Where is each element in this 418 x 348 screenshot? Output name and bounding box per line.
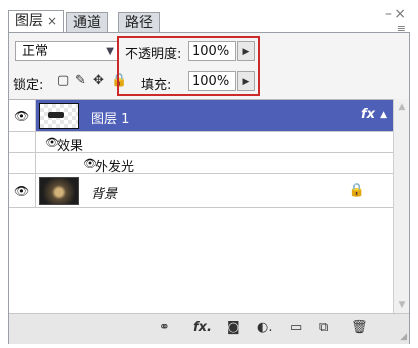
opacity-label: 不透明度:	[125, 47, 182, 62]
layer-thumbnail	[39, 103, 79, 129]
group-icon[interactable]: ▭	[290, 320, 302, 335]
blend-mode-value: 正常	[22, 44, 49, 59]
close-icon[interactable]: ×	[394, 6, 406, 22]
visibility-cell[interactable]: 👁	[9, 174, 36, 207]
fill-input[interactable]: 100%	[188, 71, 236, 91]
layer-thumbnail	[39, 177, 79, 205]
visibility-cell[interactable]: 👁	[9, 100, 36, 131]
scrollbar[interactable]: ▲ ▼	[393, 99, 409, 313]
fill-label: 填充:	[141, 78, 172, 93]
minimize-icon[interactable]: –	[385, 6, 392, 22]
effects-label: 效果	[57, 139, 84, 154]
fx-icon[interactable]: fx	[361, 107, 375, 122]
fx-icon[interactable]: fx.	[193, 320, 212, 335]
tab-label: 路径	[125, 15, 153, 31]
tab-bar: 图层 × 通道 路径 – × ≡	[8, 6, 410, 35]
layers-panel: 图层 × 通道 路径 – × ≡ 正常 ▼ 不透明度: 100% ▶ 锁定: ▢ …	[8, 6, 410, 344]
lock-label: 锁定:	[13, 78, 44, 93]
layers-list: 👁 图层 1 fx ▲ 👁 效果 👁 外发光 👁 背景 🔒	[9, 99, 393, 314]
blend-mode-select[interactable]: 正常 ▼	[15, 41, 119, 61]
lock-icons: ▢ ✎ ✥ 🔒	[57, 71, 133, 91]
tab-paths[interactable]: 路径	[118, 12, 160, 33]
move-icon[interactable]: ✥	[93, 73, 104, 88]
opacity-slider-button[interactable]: ▶	[237, 41, 255, 61]
layer-name[interactable]: 图层 1	[91, 108, 129, 127]
tab-label: 图层	[15, 13, 43, 29]
link-icon[interactable]: ⚭	[159, 320, 170, 335]
brush-icon[interactable]: ✎	[75, 73, 86, 88]
tab-close-icon[interactable]: ×	[47, 14, 57, 28]
fill-slider-button[interactable]: ▶	[237, 71, 255, 91]
bottom-toolbar: ⚭ fx. ◙ ◐. ▭ ⧉ 🗑 ◢	[9, 313, 409, 344]
resize-grip-icon[interactable]: ◢	[400, 332, 407, 342]
panel-body: 正常 ▼ 不透明度: 100% ▶ 锁定: ▢ ✎ ✥ 🔒 填充: 100% ▶…	[8, 32, 410, 344]
expand-arrow-icon[interactable]: ▲	[380, 110, 387, 120]
eye-icon[interactable]: 👁	[14, 109, 29, 123]
trash-icon[interactable]: 🗑	[351, 320, 368, 335]
lock-icon[interactable]: 🔒	[111, 73, 127, 88]
scroll-up-icon[interactable]: ▲	[394, 99, 410, 115]
layer-row[interactable]: 👁 背景 🔒	[9, 174, 393, 208]
shape-preview	[48, 112, 64, 118]
lock-transparent-icon[interactable]: ▢	[57, 73, 69, 88]
opacity-input[interactable]: 100%	[188, 41, 236, 61]
tab-channels[interactable]: 通道	[66, 12, 108, 33]
outer-glow-row[interactable]: 👁 外发光	[9, 153, 393, 175]
layer-name[interactable]: 背景	[91, 183, 117, 202]
tab-label: 通道	[73, 15, 101, 31]
visibility-cell	[9, 132, 36, 152]
new-layer-icon[interactable]: ⧉	[319, 320, 328, 335]
mask-icon[interactable]: ◙	[227, 320, 240, 335]
adjustment-icon[interactable]: ◐.	[257, 320, 272, 335]
visibility-cell	[9, 153, 36, 173]
effects-row[interactable]: 👁 效果	[9, 132, 393, 154]
tab-layers[interactable]: 图层 ×	[8, 10, 65, 33]
outer-glow-label: 外发光	[95, 160, 135, 175]
scroll-down-icon[interactable]: ▼	[394, 297, 410, 313]
eye-icon[interactable]: 👁	[14, 184, 29, 198]
chevron-down-icon: ▼	[106, 46, 114, 57]
layer-row[interactable]: 👁 图层 1 fx ▲	[9, 100, 393, 132]
lock-icon: 🔒	[348, 183, 365, 198]
